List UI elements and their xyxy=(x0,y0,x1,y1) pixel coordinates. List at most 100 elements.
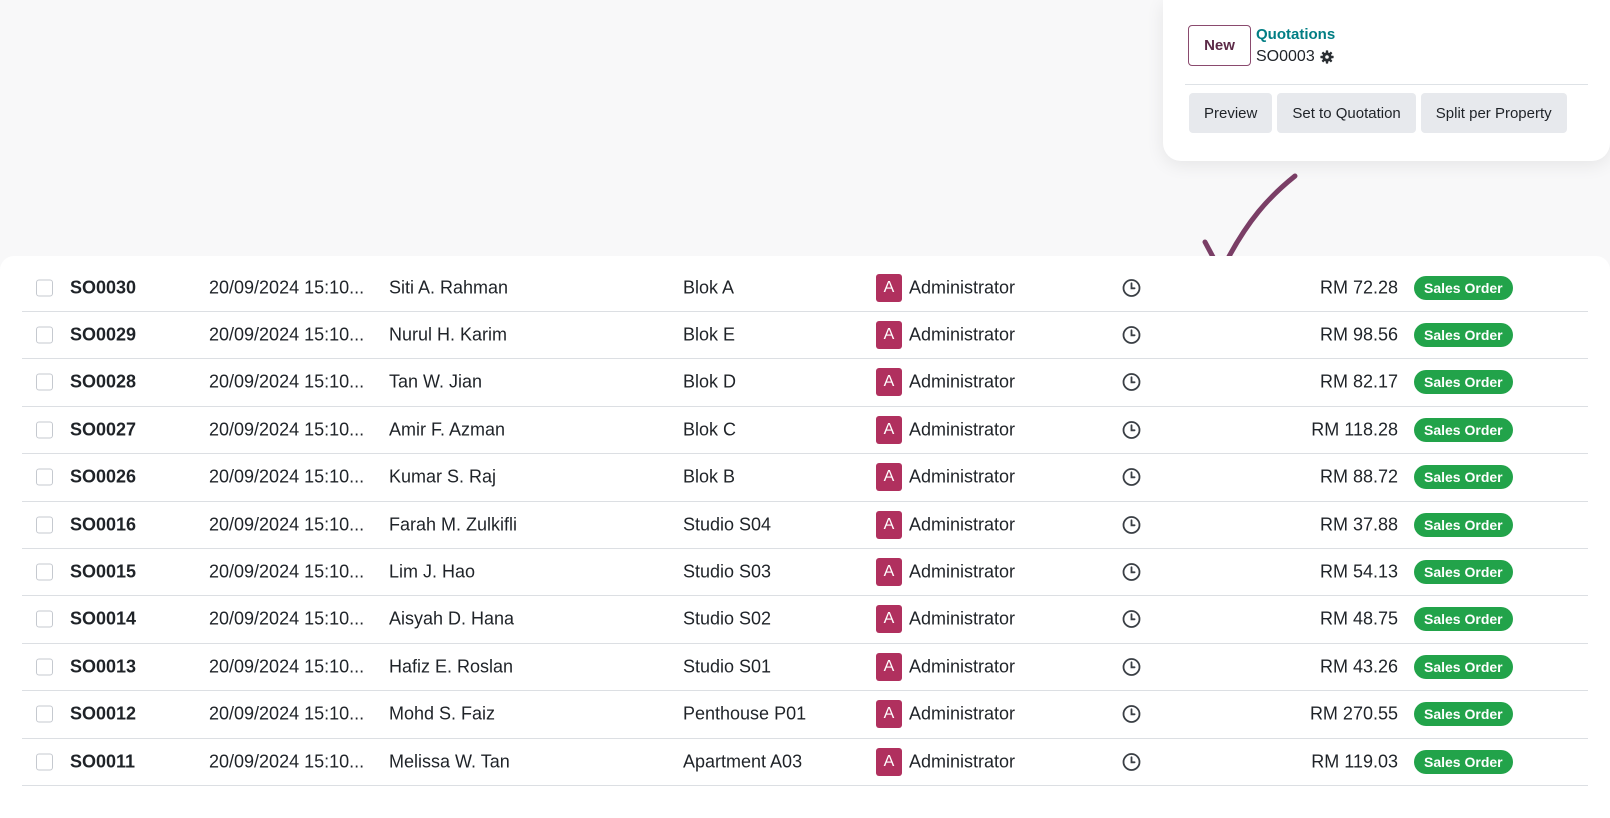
customer-name: Lim J. Hao xyxy=(389,561,476,582)
clock-icon[interactable] xyxy=(1122,657,1141,676)
status-badge: Sales Order xyxy=(1414,702,1513,727)
status-badge: Sales Order xyxy=(1414,607,1513,632)
order-total: RM 118.28 xyxy=(1311,419,1398,440)
row-checkbox[interactable] xyxy=(36,516,53,533)
customer-name: Mohd S. Faiz xyxy=(389,703,496,724)
status-badge: Sales Order xyxy=(1414,512,1513,537)
salesperson-name: Administrator xyxy=(909,703,1016,724)
status-badge: Sales Order xyxy=(1414,559,1513,584)
order-reference: SO0013 xyxy=(70,656,137,677)
customer-name: Hafiz E. Roslan xyxy=(389,656,514,677)
salesperson-name: Administrator xyxy=(909,608,1016,629)
clock-icon[interactable] xyxy=(1122,515,1141,534)
table-row[interactable]: SO0016 20/09/2024 15:10... Farah M. Zulkif… xyxy=(22,501,1588,549)
salesperson-name: Administrator xyxy=(909,656,1016,677)
table-row[interactable]: SO0014 20/09/2024 15:10... Aisyah D. Hana S… xyxy=(22,596,1588,644)
row-checkbox[interactable] xyxy=(36,563,53,581)
avatar: A xyxy=(876,747,902,776)
row-checkbox[interactable] xyxy=(36,468,53,486)
order-reference: SO0016 xyxy=(70,514,137,534)
salesperson-name: Administrator xyxy=(909,751,1016,771)
clock-icon[interactable] xyxy=(1122,278,1141,297)
property-name: Studio S01 xyxy=(683,656,772,677)
property-name: Studio S02 xyxy=(683,608,772,629)
property-name: Blok D xyxy=(683,371,737,392)
customer-name: Melissa W. Tan xyxy=(389,751,510,771)
avatar: A xyxy=(876,368,902,397)
status-badge: Sales Order xyxy=(1414,275,1513,300)
table-row[interactable]: SO0013 20/09/2024 15:10... Hafiz E. Roslan… xyxy=(22,643,1588,692)
row-checkbox[interactable] xyxy=(36,753,53,770)
control-panel: New Quotations SO0003 Preview Set to Quo… xyxy=(1163,0,1610,161)
order-date: 20/09/2024 15:10... xyxy=(209,514,365,534)
row-checkbox[interactable] xyxy=(36,326,53,344)
property-name: Penthouse P01 xyxy=(683,703,807,724)
row-checkbox[interactable] xyxy=(36,610,53,628)
order-reference: SO0011 xyxy=(70,751,136,771)
status-badge: Sales Order xyxy=(1414,417,1513,442)
customer-name: Siti A. Rahman xyxy=(389,277,509,297)
order-reference: SO0028 xyxy=(70,371,137,392)
avatar: A xyxy=(876,652,902,681)
avatar: A xyxy=(876,320,902,349)
salesperson-name: Administrator xyxy=(909,514,1016,534)
clock-icon[interactable] xyxy=(1122,752,1141,771)
new-button[interactable]: New xyxy=(1188,25,1251,66)
avatar: A xyxy=(876,605,902,634)
status-badge: Sales Order xyxy=(1414,322,1513,347)
order-date: 20/09/2024 15:10... xyxy=(209,324,365,345)
divider xyxy=(1185,84,1588,85)
order-total: RM 270.55 xyxy=(1309,703,1398,724)
order-total: RM 72.28 xyxy=(1319,277,1398,297)
breadcrumb-quotations-link[interactable]: Quotations xyxy=(1256,26,1335,43)
order-reference: SO0029 xyxy=(70,324,137,345)
order-reference: SO0012 xyxy=(70,703,137,724)
order-reference: SO0030 xyxy=(70,277,137,297)
order-total: RM 48.75 xyxy=(1319,608,1398,629)
clock-icon[interactable] xyxy=(1122,468,1141,487)
customer-name: Nurul H. Karim xyxy=(389,324,508,345)
property-name: Studio S03 xyxy=(683,561,772,582)
row-checkbox[interactable] xyxy=(36,705,53,723)
status-badge: Sales Order xyxy=(1414,749,1513,774)
clock-icon[interactable] xyxy=(1122,610,1141,629)
clock-icon[interactable] xyxy=(1122,562,1141,581)
salesperson-name: Administrator xyxy=(909,277,1016,297)
action-bar: Preview Set to Quotation Split per Prope… xyxy=(1189,93,1567,133)
table-row[interactable]: SO0030 20/09/2024 15:10... Siti A. Rahman B… xyxy=(22,264,1588,312)
avatar: A xyxy=(876,700,902,729)
table-row[interactable]: SO0011 20/09/2024 15:10... Melissa W. Tan A… xyxy=(22,738,1588,786)
split-per-property-button[interactable]: Split per Property xyxy=(1420,93,1567,133)
gear-icon[interactable] xyxy=(1320,50,1334,64)
property-name: Blok C xyxy=(683,419,737,440)
table-row[interactable]: SO0026 20/09/2024 15:10... Kumar S. Raj Blo… xyxy=(22,454,1588,502)
order-date: 20/09/2024 15:10... xyxy=(209,419,365,440)
order-reference: SO0027 xyxy=(70,419,137,440)
clock-icon[interactable] xyxy=(1122,373,1141,392)
table-row[interactable]: SO0012 20/09/2024 15:10... Mohd S. Faiz Pen… xyxy=(22,691,1588,739)
avatar: A xyxy=(876,463,902,492)
customer-name: Kumar S. Raj xyxy=(389,466,497,487)
clock-icon[interactable] xyxy=(1122,705,1141,724)
table-row[interactable]: SO0015 20/09/2024 15:10... Lim J. Hao Studi… xyxy=(22,548,1588,597)
row-checkbox[interactable] xyxy=(36,279,53,296)
salesperson-name: Administrator xyxy=(909,561,1016,582)
order-date: 20/09/2024 15:10... xyxy=(209,751,365,771)
order-total: RM 88.72 xyxy=(1319,466,1398,487)
table-row[interactable]: SO0029 20/09/2024 15:10... Nurul H. Karim B… xyxy=(22,311,1588,360)
order-reference: SO0014 xyxy=(70,608,137,629)
order-date: 20/09/2024 15:10... xyxy=(209,608,365,629)
customer-name: Farah M. Zulkifli xyxy=(389,514,518,534)
clock-icon[interactable] xyxy=(1122,420,1141,439)
property-name: Blok B xyxy=(683,466,736,487)
salesperson-name: Administrator xyxy=(909,419,1016,440)
preview-button[interactable]: Preview xyxy=(1189,93,1273,133)
order-reference: SO0015 xyxy=(70,561,137,582)
table-row[interactable]: SO0028 20/09/2024 15:10... Tan W. Jian Blok… xyxy=(22,359,1588,407)
row-checkbox[interactable] xyxy=(36,658,53,676)
clock-icon[interactable] xyxy=(1122,325,1141,344)
table-row[interactable]: SO0027 20/09/2024 15:10... Amir F. Azman Bl… xyxy=(22,406,1588,455)
row-checkbox[interactable] xyxy=(36,373,53,391)
row-checkbox[interactable] xyxy=(36,421,53,439)
set-to-quotation-button[interactable]: Set to Quotation xyxy=(1277,93,1416,133)
